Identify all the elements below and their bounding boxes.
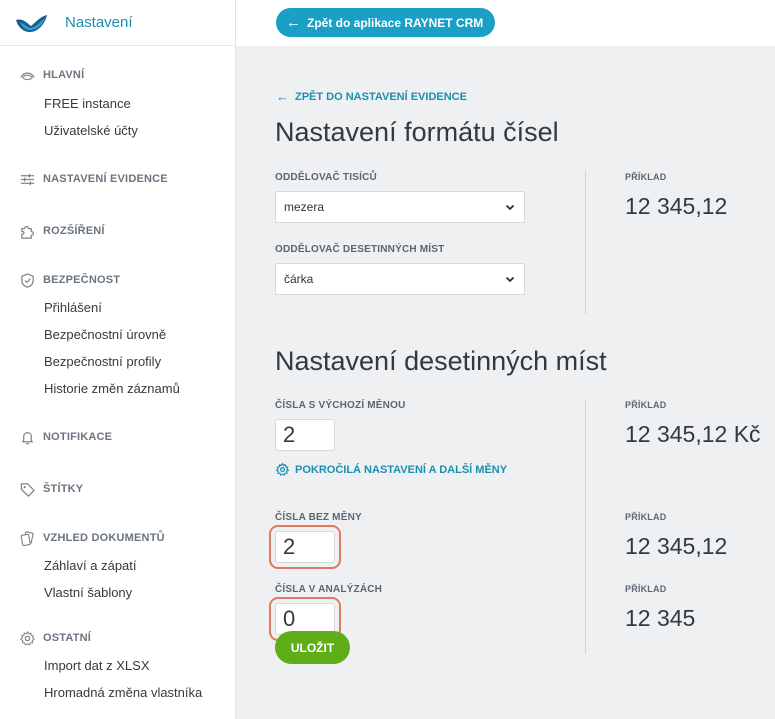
sidebar-item-record-history[interactable]: Historie změn záznamů [44, 381, 180, 396]
example-label: PŘÍKLAD [625, 400, 667, 410]
section-label: ROZŠÍŘENÍ [43, 225, 105, 237]
back-to-app-button[interactable]: ← Zpět do aplikace RAYNET CRM [276, 8, 496, 37]
example-label: PŘÍKLAD [625, 512, 667, 522]
number-format-title: Nastavení formátu čísel [275, 117, 559, 147]
no-currency-example: 12 345,12 [625, 533, 728, 559]
sidebar-item-import-xlsx[interactable]: Import dat z XLSX [44, 658, 150, 673]
section-label: BEZPEČNOST [43, 274, 121, 286]
gear-icon [18, 629, 36, 647]
section-label: NASTAVENÍ EVIDENCE [43, 173, 168, 185]
bell-icon [18, 428, 36, 446]
shield-icon [18, 271, 36, 289]
decimal-places-title: Nastavení desetinných míst [275, 346, 607, 376]
back-to-app-label: Zpět do aplikace RAYNET CRM [307, 15, 484, 30]
default-currency-label: ČÍSLA S VÝCHOZÍ MĚNOU [275, 400, 406, 411]
sidebar-item-custom-templates[interactable]: Vlastní šablony [44, 585, 132, 600]
sliders-icon [18, 170, 36, 188]
section-ostatni[interactable]: OSTATNÍ [18, 629, 91, 647]
analysis-label: ČÍSLA V ANALÝZÁCH [275, 584, 383, 595]
sidebar: Nastavení HLAVNÍ FREE instance Uživatels… [0, 0, 236, 719]
analysis-value: 0 [283, 606, 296, 631]
decimal-separator-select[interactable]: čárka [275, 263, 525, 295]
back-to-evidence-label: ZPĚT DO NASTAVENÍ EVIDENCE [295, 90, 467, 103]
sidebar-item-header-footer[interactable]: Záhlaví a zápatí [44, 558, 137, 573]
section-label: NOTIFIKACE [43, 431, 113, 443]
default-currency-example: 12 345,12 Kč [625, 421, 761, 447]
thousands-separator-value: mezera [284, 200, 325, 214]
section-label: ŠTÍTKY [43, 483, 84, 495]
divider [585, 171, 586, 314]
advanced-settings-link[interactable]: POKROČILÁ NASTAVENÍ A DALŠÍ MĚNY [275, 462, 507, 477]
no-currency-value: 2 [283, 534, 296, 559]
chevron-down-icon [505, 276, 515, 283]
gear-icon [275, 462, 290, 476]
documents-icon [18, 529, 36, 547]
default-currency-value: 2 [283, 422, 296, 447]
section-label: HLAVNÍ [43, 69, 85, 81]
sidebar-item-bulk-owner-change[interactable]: Hromadná změna vlastníka [44, 685, 202, 700]
thousands-separator-select[interactable]: mezera [275, 191, 525, 223]
save-button[interactable]: ULOŽIT [275, 631, 350, 664]
puzzle-icon [18, 222, 36, 240]
section-label: VZHLED DOKUMENTŮ [43, 532, 165, 544]
topbar: ← Zpět do aplikace RAYNET CRM [236, 0, 775, 46]
number-format-example: 12 345,12 [625, 193, 728, 219]
raynet-logo-icon [16, 14, 47, 32]
section-rozsireni[interactable]: ROZŠÍŘENÍ [18, 222, 105, 240]
sidebar-item-user-accounts[interactable]: Uživatelské účty [44, 123, 138, 138]
chevron-down-icon [505, 204, 515, 211]
section-stitky[interactable]: ŠTÍTKY [18, 480, 83, 498]
sidebar-item-free-instance[interactable]: FREE instance [44, 96, 131, 111]
analysis-example: 12 345 [625, 605, 696, 631]
section-nastaveni-evidence[interactable]: NASTAVENÍ EVIDENCE [18, 170, 168, 188]
sidebar-item-security-levels[interactable]: Bezpečnostní úrovně [44, 327, 166, 342]
sidebar-item-login[interactable]: Přihlášení [44, 300, 102, 315]
no-currency-input[interactable]: 2 [275, 531, 335, 563]
tag-icon [18, 480, 36, 498]
brand: Nastavení [0, 0, 235, 46]
default-currency-input[interactable]: 2 [275, 419, 335, 451]
section-label: OSTATNÍ [43, 632, 92, 644]
decimal-separator-value: čárka [284, 272, 314, 286]
example-label: PŘÍKLAD [625, 172, 667, 182]
decimal-separator-label: ODDĚLOVAČ DESETINNÝCH MÍST [275, 244, 445, 255]
advanced-settings-label: POKROČILÁ NASTAVENÍ A DALŠÍ MĚNY [295, 463, 508, 476]
divider [585, 399, 586, 654]
main-content: ← ZPĚT DO NASTAVENÍ EVIDENCE Nastavení f… [236, 46, 775, 719]
example-label: PŘÍKLAD [625, 584, 667, 594]
back-to-evidence-link[interactable]: ← ZPĚT DO NASTAVENÍ EVIDENCE [276, 89, 467, 104]
no-currency-label: ČÍSLA BEZ MĚNY [275, 512, 362, 523]
arrow-left-icon: ← [286, 14, 301, 31]
section-notifikace[interactable]: NOTIFIKACE [18, 428, 112, 446]
thousands-separator-label: ODDĚLOVAČ TISÍCŮ [275, 172, 377, 183]
section-hlavni[interactable]: HLAVNÍ [18, 66, 84, 84]
brand-title: Nastavení [65, 14, 133, 31]
sidebar-item-security-profiles[interactable]: Bezpečnostní profily [44, 354, 161, 369]
section-vzhled-dokumentu[interactable]: VZHLED DOKUMENTŮ [18, 529, 165, 547]
arrow-left-icon: ← [276, 89, 289, 104]
section-bezpecnost[interactable]: BEZPEČNOST [18, 271, 120, 289]
dashboard-icon [18, 66, 36, 84]
